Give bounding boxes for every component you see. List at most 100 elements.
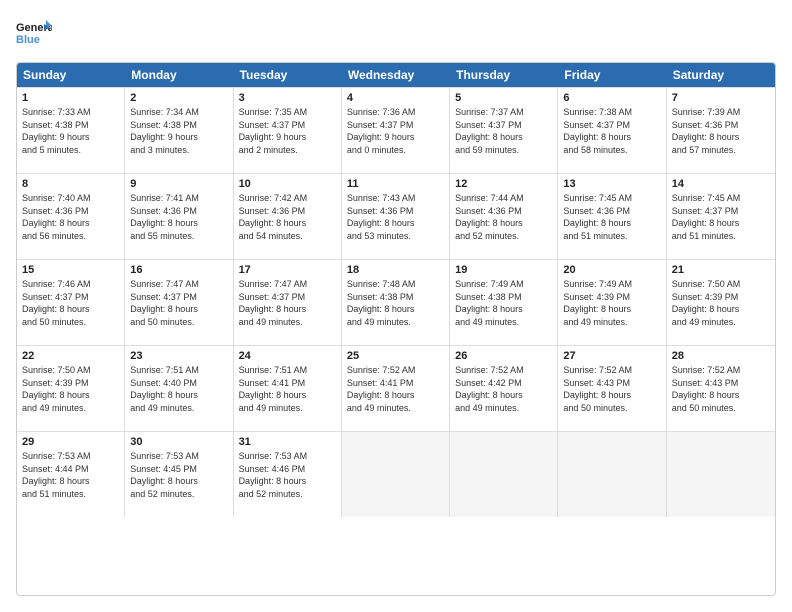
day-number: 21 (672, 264, 770, 276)
day-number: 10 (239, 178, 336, 190)
calendar-body: 1 Sunrise: 7:33 AMSunset: 4:38 PMDayligh… (17, 87, 775, 517)
calendar-cell: 12 Sunrise: 7:44 AMSunset: 4:36 PMDaylig… (450, 174, 558, 259)
calendar-cell: 13 Sunrise: 7:45 AMSunset: 4:36 PMDaylig… (558, 174, 666, 259)
calendar: SundayMondayTuesdayWednesdayThursdayFrid… (16, 62, 776, 596)
day-number: 17 (239, 264, 336, 276)
calendar-cell: 5 Sunrise: 7:37 AMSunset: 4:37 PMDayligh… (450, 88, 558, 173)
calendar-cell: 11 Sunrise: 7:43 AMSunset: 4:36 PMDaylig… (342, 174, 450, 259)
calendar-cell: 29 Sunrise: 7:53 AMSunset: 4:44 PMDaylig… (17, 432, 125, 517)
day-number: 4 (347, 92, 444, 104)
day-info: Sunrise: 7:52 AMSunset: 4:41 PMDaylight:… (347, 364, 444, 414)
calendar-cell: 8 Sunrise: 7:40 AMSunset: 4:36 PMDayligh… (17, 174, 125, 259)
calendar-row: 29 Sunrise: 7:53 AMSunset: 4:44 PMDaylig… (17, 431, 775, 517)
calendar-cell: 15 Sunrise: 7:46 AMSunset: 4:37 PMDaylig… (17, 260, 125, 345)
calendar-cell: 14 Sunrise: 7:45 AMSunset: 4:37 PMDaylig… (667, 174, 775, 259)
day-number: 11 (347, 178, 444, 190)
calendar-cell: 10 Sunrise: 7:42 AMSunset: 4:36 PMDaylig… (234, 174, 342, 259)
day-number: 24 (239, 350, 336, 362)
calendar-cell: 25 Sunrise: 7:52 AMSunset: 4:41 PMDaylig… (342, 346, 450, 431)
day-number: 1 (22, 92, 119, 104)
day-info: Sunrise: 7:51 AMSunset: 4:40 PMDaylight:… (130, 364, 227, 414)
day-number: 14 (672, 178, 770, 190)
day-number: 23 (130, 350, 227, 362)
day-info: Sunrise: 7:50 AMSunset: 4:39 PMDaylight:… (22, 364, 119, 414)
day-info: Sunrise: 7:49 AMSunset: 4:38 PMDaylight:… (455, 278, 552, 328)
weekday-header: Saturday (667, 63, 775, 87)
svg-text:Blue: Blue (16, 34, 40, 46)
day-number: 13 (563, 178, 660, 190)
calendar-cell: 20 Sunrise: 7:49 AMSunset: 4:39 PMDaylig… (558, 260, 666, 345)
calendar-cell: 9 Sunrise: 7:41 AMSunset: 4:36 PMDayligh… (125, 174, 233, 259)
day-number: 6 (563, 92, 660, 104)
day-number: 19 (455, 264, 552, 276)
calendar-cell: 2 Sunrise: 7:34 AMSunset: 4:38 PMDayligh… (125, 88, 233, 173)
day-number: 29 (22, 436, 119, 448)
day-info: Sunrise: 7:49 AMSunset: 4:39 PMDaylight:… (563, 278, 660, 328)
calendar-cell: 6 Sunrise: 7:38 AMSunset: 4:37 PMDayligh… (558, 88, 666, 173)
weekday-header: Wednesday (342, 63, 450, 87)
calendar-cell: 22 Sunrise: 7:50 AMSunset: 4:39 PMDaylig… (17, 346, 125, 431)
calendar-cell: 31 Sunrise: 7:53 AMSunset: 4:46 PMDaylig… (234, 432, 342, 517)
day-info: Sunrise: 7:51 AMSunset: 4:41 PMDaylight:… (239, 364, 336, 414)
day-info: Sunrise: 7:38 AMSunset: 4:37 PMDaylight:… (563, 106, 660, 156)
day-info: Sunrise: 7:36 AMSunset: 4:37 PMDaylight:… (347, 106, 444, 156)
page: General Blue SundayMondayTuesdayWednesda… (0, 0, 792, 612)
weekday-header: Monday (125, 63, 233, 87)
day-info: Sunrise: 7:40 AMSunset: 4:36 PMDaylight:… (22, 192, 119, 242)
day-number: 30 (130, 436, 227, 448)
day-number: 3 (239, 92, 336, 104)
logo-bird-icon: General Blue (16, 16, 52, 52)
weekday-header: Thursday (450, 63, 558, 87)
calendar-cell: 28 Sunrise: 7:52 AMSunset: 4:43 PMDaylig… (667, 346, 775, 431)
calendar-cell: 17 Sunrise: 7:47 AMSunset: 4:37 PMDaylig… (234, 260, 342, 345)
calendar-cell: 27 Sunrise: 7:52 AMSunset: 4:43 PMDaylig… (558, 346, 666, 431)
day-info: Sunrise: 7:42 AMSunset: 4:36 PMDaylight:… (239, 192, 336, 242)
calendar-row: 15 Sunrise: 7:46 AMSunset: 4:37 PMDaylig… (17, 259, 775, 345)
calendar-cell: 30 Sunrise: 7:53 AMSunset: 4:45 PMDaylig… (125, 432, 233, 517)
calendar-cell (450, 432, 558, 517)
day-info: Sunrise: 7:47 AMSunset: 4:37 PMDaylight:… (130, 278, 227, 328)
calendar-cell: 26 Sunrise: 7:52 AMSunset: 4:42 PMDaylig… (450, 346, 558, 431)
calendar-cell: 24 Sunrise: 7:51 AMSunset: 4:41 PMDaylig… (234, 346, 342, 431)
day-info: Sunrise: 7:35 AMSunset: 4:37 PMDaylight:… (239, 106, 336, 156)
day-number: 20 (563, 264, 660, 276)
day-info: Sunrise: 7:52 AMSunset: 4:42 PMDaylight:… (455, 364, 552, 414)
day-info: Sunrise: 7:44 AMSunset: 4:36 PMDaylight:… (455, 192, 552, 242)
day-number: 18 (347, 264, 444, 276)
day-info: Sunrise: 7:43 AMSunset: 4:36 PMDaylight:… (347, 192, 444, 242)
day-info: Sunrise: 7:41 AMSunset: 4:36 PMDaylight:… (130, 192, 227, 242)
day-number: 5 (455, 92, 552, 104)
day-info: Sunrise: 7:52 AMSunset: 4:43 PMDaylight:… (563, 364, 660, 414)
day-number: 7 (672, 92, 770, 104)
calendar-header: SundayMondayTuesdayWednesdayThursdayFrid… (17, 63, 775, 87)
weekday-header: Friday (558, 63, 666, 87)
day-info: Sunrise: 7:33 AMSunset: 4:38 PMDaylight:… (22, 106, 119, 156)
weekday-header: Sunday (17, 63, 125, 87)
day-number: 25 (347, 350, 444, 362)
day-info: Sunrise: 7:45 AMSunset: 4:37 PMDaylight:… (672, 192, 770, 242)
day-number: 12 (455, 178, 552, 190)
header: General Blue (16, 16, 776, 52)
day-info: Sunrise: 7:52 AMSunset: 4:43 PMDaylight:… (672, 364, 770, 414)
calendar-cell (667, 432, 775, 517)
logo-container: General Blue (16, 16, 52, 52)
day-info: Sunrise: 7:53 AMSunset: 4:45 PMDaylight:… (130, 450, 227, 500)
weekday-header: Tuesday (234, 63, 342, 87)
calendar-cell: 19 Sunrise: 7:49 AMSunset: 4:38 PMDaylig… (450, 260, 558, 345)
day-number: 28 (672, 350, 770, 362)
calendar-cell (342, 432, 450, 517)
day-info: Sunrise: 7:47 AMSunset: 4:37 PMDaylight:… (239, 278, 336, 328)
logo: General Blue (16, 16, 52, 52)
calendar-cell: 18 Sunrise: 7:48 AMSunset: 4:38 PMDaylig… (342, 260, 450, 345)
calendar-cell: 1 Sunrise: 7:33 AMSunset: 4:38 PMDayligh… (17, 88, 125, 173)
day-info: Sunrise: 7:37 AMSunset: 4:37 PMDaylight:… (455, 106, 552, 156)
day-info: Sunrise: 7:48 AMSunset: 4:38 PMDaylight:… (347, 278, 444, 328)
calendar-cell: 23 Sunrise: 7:51 AMSunset: 4:40 PMDaylig… (125, 346, 233, 431)
day-info: Sunrise: 7:34 AMSunset: 4:38 PMDaylight:… (130, 106, 227, 156)
calendar-cell: 7 Sunrise: 7:39 AMSunset: 4:36 PMDayligh… (667, 88, 775, 173)
calendar-cell: 16 Sunrise: 7:47 AMSunset: 4:37 PMDaylig… (125, 260, 233, 345)
calendar-cell: 21 Sunrise: 7:50 AMSunset: 4:39 PMDaylig… (667, 260, 775, 345)
day-number: 15 (22, 264, 119, 276)
day-info: Sunrise: 7:53 AMSunset: 4:44 PMDaylight:… (22, 450, 119, 500)
day-number: 22 (22, 350, 119, 362)
